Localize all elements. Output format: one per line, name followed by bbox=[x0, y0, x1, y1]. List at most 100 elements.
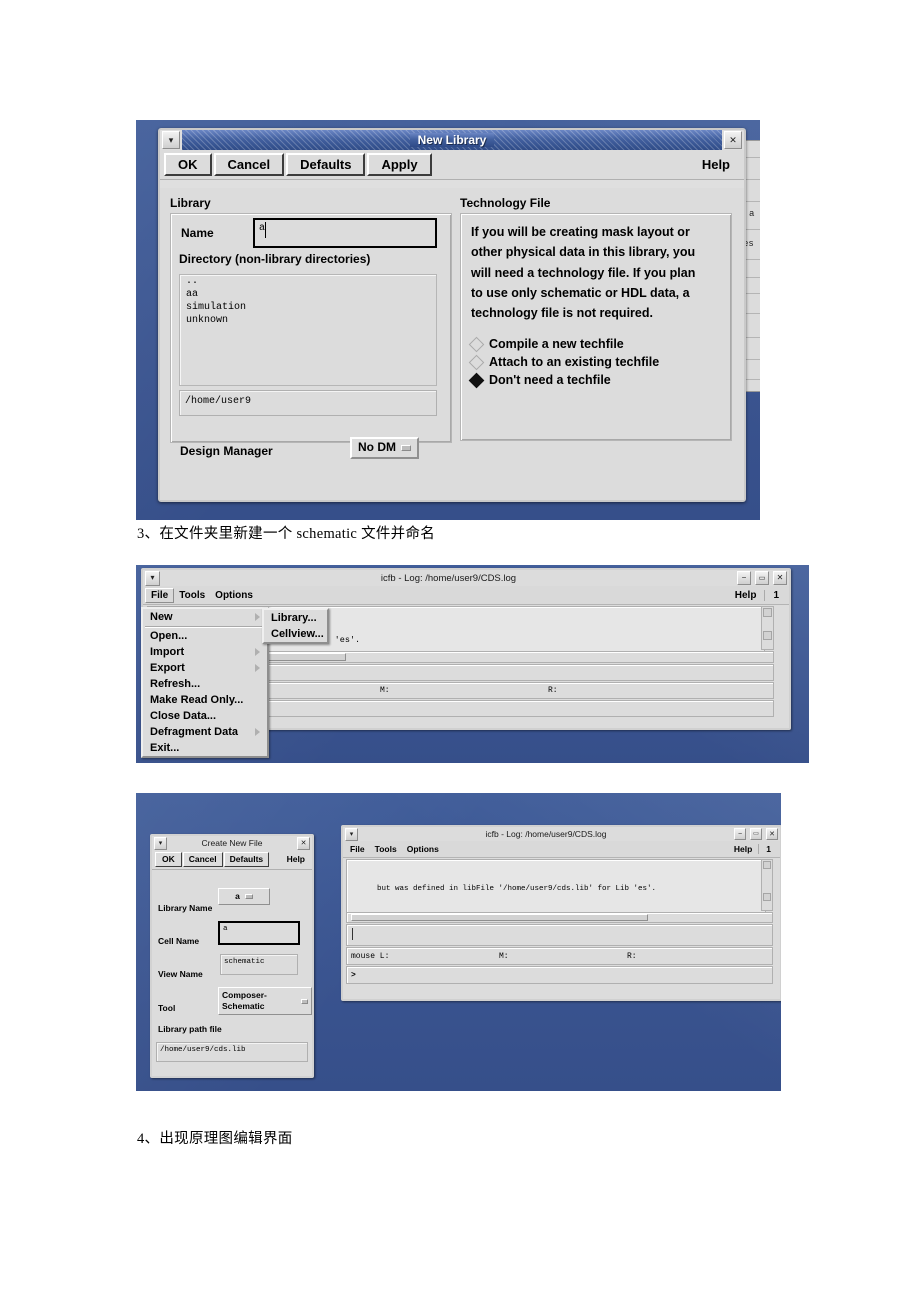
submenu-arrow-icon bbox=[255, 613, 260, 621]
directory-path-input[interactable]: /home/user9 bbox=[179, 390, 437, 416]
view-name-label: View Name bbox=[158, 969, 203, 979]
menu-item-label: Export bbox=[150, 662, 185, 674]
maximize-icon[interactable]: ▭ bbox=[755, 571, 769, 585]
library-group-frame: Name a Directory (non-library directorie… bbox=[170, 213, 452, 443]
menu-file[interactable]: File bbox=[145, 587, 175, 603]
scroll-up-arrow-icon[interactable] bbox=[763, 861, 771, 869]
design-manager-value: No DM bbox=[358, 440, 396, 454]
menu-separator bbox=[145, 626, 265, 627]
scroll-up-arrow-icon[interactable] bbox=[763, 608, 772, 617]
menu-item-export[interactable]: Export bbox=[143, 660, 267, 676]
minimize-icon[interactable]: − bbox=[737, 571, 751, 585]
menu-item-label: Defragment Data bbox=[150, 726, 239, 738]
library-name-option[interactable]: a bbox=[218, 888, 270, 906]
menu-item-defragment-data[interactable]: Defragment Data bbox=[143, 724, 267, 740]
help-button[interactable]: Help bbox=[283, 852, 309, 866]
menu-tools[interactable]: Tools bbox=[174, 589, 210, 602]
submenu-arrow-icon bbox=[255, 648, 260, 656]
library-name-input[interactable]: a bbox=[253, 218, 437, 248]
technology-group-frame: If you will be creating mask layout or o… bbox=[460, 213, 732, 441]
radio-dont-need-techfile[interactable]: Don't need a techfile bbox=[468, 371, 721, 389]
chevron-down-icon[interactable]: ▾ bbox=[154, 836, 167, 850]
new-library-title: New Library bbox=[409, 133, 495, 147]
apply-button[interactable]: Apply bbox=[367, 153, 432, 176]
create-new-file-titlebar: ▾ Create New File ✕ bbox=[152, 836, 312, 850]
log-window-2-vscrollbar[interactable] bbox=[761, 859, 773, 911]
submenu-arrow-icon bbox=[255, 728, 260, 736]
screenshot-create-new-file: ▾ Create New File ✕ OK Cancel Defaults H… bbox=[136, 793, 781, 1091]
technology-text-line: will need a technology file. If you plan bbox=[471, 265, 696, 280]
directory-item[interactable]: aa bbox=[180, 288, 436, 301]
log-window-2-status-bar: mouse L: M: R: bbox=[346, 947, 773, 965]
scroll-down-arrow-icon[interactable] bbox=[763, 631, 772, 640]
menu-item-make-read-only[interactable]: Make Read Only... bbox=[143, 692, 267, 708]
chevron-down-icon[interactable]: ▾ bbox=[162, 131, 180, 149]
menu-options[interactable]: Options bbox=[402, 843, 444, 855]
name-label: Name bbox=[181, 226, 214, 240]
log-window-2-hscrollbar[interactable] bbox=[346, 912, 773, 923]
cell-name-input[interactable]: a bbox=[218, 921, 300, 945]
radio-label: Compile a new techfile bbox=[489, 337, 624, 352]
menu-options[interactable]: Options bbox=[210, 589, 258, 602]
menu-item-label: Exit... bbox=[150, 742, 180, 754]
menu-item-import[interactable]: Import bbox=[143, 644, 267, 660]
menu-tools[interactable]: Tools bbox=[370, 843, 402, 855]
cell-name-value: a bbox=[223, 925, 228, 933]
help-menu[interactable]: Help bbox=[730, 589, 765, 602]
view-name-value: schematic bbox=[224, 958, 265, 966]
tool-option[interactable]: Composer-Schematic bbox=[218, 987, 312, 1016]
library-group: Library Name a Directory (non-library di… bbox=[170, 196, 452, 459]
directory-item[interactable]: simulation bbox=[180, 301, 436, 314]
radio-attach-existing-techfile[interactable]: Attach to an existing techfile bbox=[468, 353, 721, 371]
log-window-2-command-bar[interactable]: > bbox=[346, 966, 773, 984]
directory-item[interactable]: unknown bbox=[180, 314, 436, 327]
technology-text-line: technology file is not required. bbox=[471, 306, 653, 320]
view-name-input[interactable]: schematic bbox=[220, 954, 298, 975]
caption-3: 3、在文件夹里新建一个 schematic 文件并命名 bbox=[137, 526, 436, 542]
radio-diamond-selected-icon bbox=[468, 372, 485, 389]
defaults-button[interactable]: Defaults bbox=[286, 153, 366, 176]
status-mouse-right: R: bbox=[548, 686, 558, 695]
option-arrow-icon bbox=[244, 894, 253, 900]
library-path-input[interactable]: /home/user9/cds.lib bbox=[156, 1042, 308, 1062]
menu-item-open[interactable]: Open... bbox=[143, 628, 267, 644]
menu-item-refresh[interactable]: Refresh... bbox=[143, 676, 267, 692]
close-icon[interactable]: ✕ bbox=[724, 131, 742, 149]
log-window-2-textarea[interactable]: but was defined in libFile '/home/user9/… bbox=[346, 859, 766, 915]
cancel-button[interactable]: Cancel bbox=[182, 852, 223, 867]
submenu-item-cellview[interactable]: Cellview... bbox=[264, 626, 327, 642]
submenu-item-library[interactable]: Library... bbox=[264, 610, 327, 626]
technology-text-line: other physical data in this library, you bbox=[471, 245, 696, 260]
radio-compile-new-techfile[interactable]: Compile a new techfile bbox=[468, 335, 721, 353]
ok-button[interactable]: OK bbox=[155, 852, 182, 867]
directory-list[interactable]: .. aa simulation unknown bbox=[179, 274, 437, 386]
defaults-button[interactable]: Defaults bbox=[223, 852, 270, 867]
close-icon[interactable]: ✕ bbox=[773, 571, 787, 585]
chevron-down-icon[interactable]: ▾ bbox=[145, 570, 160, 586]
log-window-1-vscrollbar[interactable] bbox=[761, 606, 774, 650]
menu-item-exit[interactable]: Exit... bbox=[143, 740, 267, 756]
directory-item[interactable]: .. bbox=[180, 275, 436, 288]
log-line: but was defined in libFile '/home/user9/… bbox=[350, 884, 657, 893]
ok-button[interactable]: OK bbox=[164, 153, 212, 176]
log-window-2-input-field[interactable] bbox=[346, 924, 773, 946]
close-icon[interactable]: ✕ bbox=[297, 836, 310, 850]
help-menu[interactable]: Help bbox=[729, 843, 758, 855]
menu-file[interactable]: File bbox=[345, 843, 370, 855]
cell-name-row: Cell Name bbox=[158, 931, 199, 949]
menu-item-new[interactable]: New bbox=[143, 609, 267, 625]
hscroll-thumb[interactable] bbox=[351, 914, 648, 921]
menu-item-label: New bbox=[150, 611, 173, 623]
maximize-icon[interactable]: ▭ bbox=[750, 828, 762, 840]
chevron-down-icon[interactable]: ▾ bbox=[345, 827, 358, 841]
help-button[interactable]: Help bbox=[692, 154, 740, 175]
design-manager-option[interactable]: No DM bbox=[350, 437, 419, 459]
minimize-icon[interactable]: − bbox=[734, 828, 746, 840]
close-icon[interactable]: ✕ bbox=[766, 828, 778, 840]
scroll-down-arrow-icon[interactable] bbox=[763, 893, 771, 901]
document-page: a es ▾ New Library ✕ OK Cancel Defaults … bbox=[0, 0, 920, 1302]
behind-window-text-a: a bbox=[749, 209, 755, 219]
cancel-button[interactable]: Cancel bbox=[213, 153, 285, 176]
menu-item-close-data[interactable]: Close Data... bbox=[143, 708, 267, 724]
screenshot-new-library: a es ▾ New Library ✕ OK Cancel Defaults … bbox=[136, 120, 760, 520]
